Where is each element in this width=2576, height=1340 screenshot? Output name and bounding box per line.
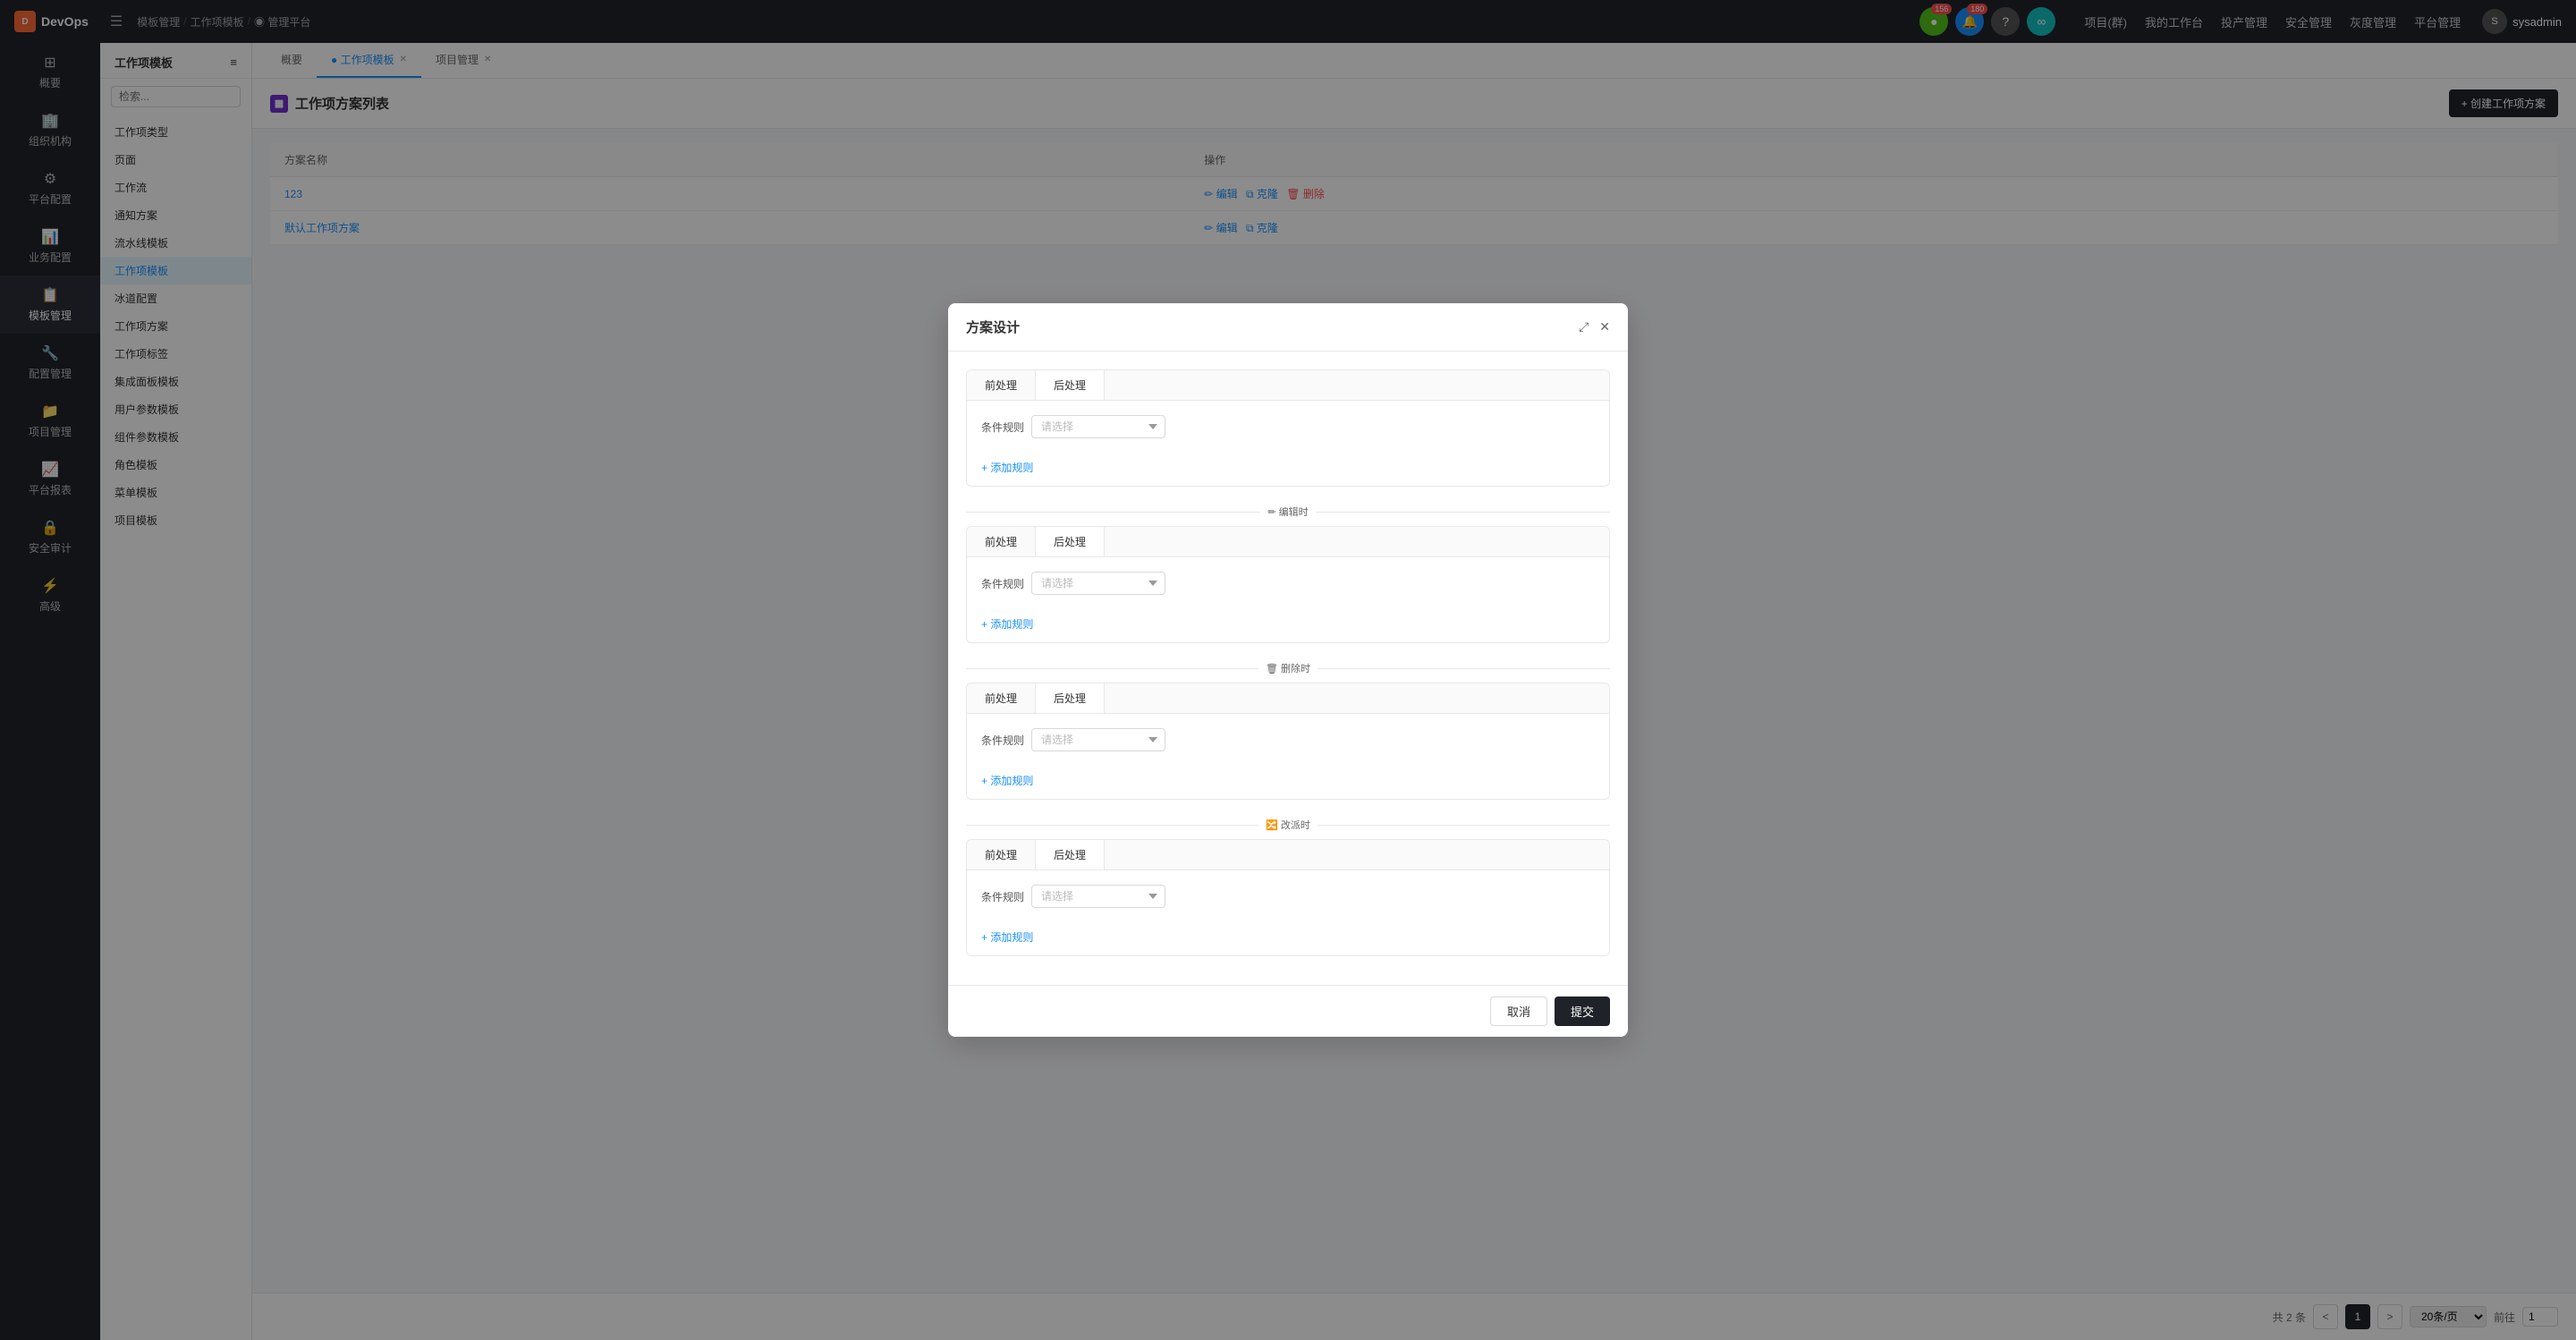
- divider-text-reassign: 🔀 改派时: [1266, 818, 1310, 832]
- divider-text-delete: 🗑 删除时: [1266, 661, 1310, 675]
- modal-overlay[interactable]: 方案设计 ⤢ ✕ 前处理 后处理 条件规则 请选择: [0, 0, 2576, 1340]
- add-rule-edit-btn[interactable]: + 添加规则: [981, 616, 1033, 632]
- condition-label-create: 条件规则: [981, 420, 1024, 435]
- divider-line-right-edit: [1316, 512, 1610, 513]
- add-rule-delete-btn[interactable]: + 添加规则: [981, 773, 1033, 788]
- divider-delete: 🗑 删除时: [966, 661, 1610, 675]
- event-body-delete: 条件规则 请选择: [967, 714, 1609, 766]
- expand-icon[interactable]: ⤢: [1579, 319, 1589, 335]
- modal: 方案设计 ⤢ ✕ 前处理 后处理 条件规则 请选择: [948, 303, 1628, 1037]
- event-block-reassign: 前处理 后处理 条件规则 请选择 + 添加规则: [966, 839, 1610, 956]
- tab-post-edit[interactable]: 后处理: [1036, 527, 1105, 556]
- modal-header-actions: ⤢ ✕: [1579, 319, 1610, 335]
- modal-body: 前处理 后处理 条件规则 请选择 + 添加规则: [948, 352, 1628, 985]
- condition-select-create[interactable]: 请选择: [1031, 415, 1165, 438]
- delete-icon-divider: 🗑: [1266, 663, 1278, 674]
- divider-line-left-delete: [966, 668, 1258, 669]
- add-rule-create-btn[interactable]: + 添加规则: [981, 460, 1033, 475]
- condition-select-edit[interactable]: 请选择: [1031, 572, 1165, 595]
- condition-select-reassign[interactable]: 请选择: [1031, 885, 1165, 908]
- event-block-delete: 前处理 后处理 条件规则 请选择 + 添加规则: [966, 683, 1610, 800]
- divider-line-left-reassign: [966, 825, 1258, 826]
- event-footer-edit: + 添加规则: [967, 609, 1609, 642]
- event-body-create: 条件规则 请选择: [967, 401, 1609, 453]
- field-condition-create: 条件规则 请选择: [981, 415, 1165, 438]
- condition-label-delete: 条件规则: [981, 733, 1024, 748]
- divider-line-left-edit: [966, 512, 1260, 513]
- event-block-edit: 前处理 后处理 条件规则 请选择 + 添加规则: [966, 526, 1610, 643]
- tab-pre-create[interactable]: 前处理: [967, 370, 1036, 400]
- cancel-button[interactable]: 取消: [1490, 997, 1547, 1026]
- divider-text-edit: ✏ 编辑时: [1267, 505, 1308, 519]
- field-condition-reassign: 条件规则 请选择: [981, 885, 1165, 908]
- divider-edit: ✏ 编辑时: [966, 505, 1610, 519]
- event-tabs-reassign: 前处理 后处理: [967, 840, 1609, 870]
- field-condition-edit: 条件规则 请选择: [981, 572, 1165, 595]
- tab-pre-delete[interactable]: 前处理: [967, 683, 1036, 713]
- event-block-create: 前处理 后处理 条件规则 请选择 + 添加规则: [966, 369, 1610, 487]
- event-tabs-create: 前处理 后处理: [967, 370, 1609, 401]
- condition-label-reassign: 条件规则: [981, 889, 1024, 904]
- modal-title: 方案设计: [966, 318, 1020, 336]
- divider-line-right-delete: [1318, 668, 1610, 669]
- tab-pre-reassign[interactable]: 前处理: [967, 840, 1036, 869]
- condition-select-delete[interactable]: 请选择: [1031, 728, 1165, 751]
- close-icon[interactable]: ✕: [1599, 319, 1610, 335]
- event-body-edit: 条件规则 请选择: [967, 557, 1609, 609]
- divider-reassign: 🔀 改派时: [966, 818, 1610, 832]
- tab-post-create[interactable]: 后处理: [1036, 370, 1105, 400]
- edit-icon-divider: ✏: [1267, 506, 1275, 518]
- reassign-icon-divider: 🔀: [1266, 819, 1278, 831]
- submit-button[interactable]: 提交: [1555, 997, 1610, 1026]
- modal-header: 方案设计 ⤢ ✕: [948, 303, 1628, 352]
- tab-pre-edit[interactable]: 前处理: [967, 527, 1036, 556]
- event-tabs-delete: 前处理 后处理: [967, 683, 1609, 714]
- divider-line-right-reassign: [1318, 825, 1610, 826]
- add-rule-reassign-btn[interactable]: + 添加规则: [981, 929, 1033, 945]
- condition-label-edit: 条件规则: [981, 576, 1024, 591]
- event-footer-create: + 添加规则: [967, 453, 1609, 486]
- tab-post-delete[interactable]: 后处理: [1036, 683, 1105, 713]
- event-footer-delete: + 添加规则: [967, 766, 1609, 799]
- modal-footer: 取消 提交: [948, 985, 1628, 1037]
- field-condition-delete: 条件规则 请选择: [981, 728, 1165, 751]
- tab-post-reassign[interactable]: 后处理: [1036, 840, 1105, 869]
- event-footer-reassign: + 添加规则: [967, 922, 1609, 955]
- event-body-reassign: 条件规则 请选择: [967, 870, 1609, 922]
- event-tabs-edit: 前处理 后处理: [967, 527, 1609, 557]
